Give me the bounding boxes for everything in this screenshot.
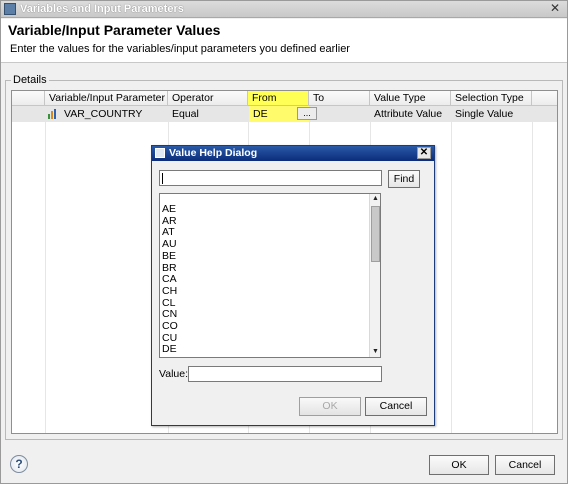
- value-label: Value:: [159, 368, 188, 380]
- column-header-variable[interactable]: Variable/Input Parameter: [45, 91, 168, 106]
- cell-to[interactable]: [309, 106, 317, 122]
- cell-operator[interactable]: Equal: [168, 106, 203, 122]
- page-header: Variable/Input Parameter Values Enter th…: [1, 19, 567, 63]
- help-icon[interactable]: ?: [10, 455, 28, 473]
- column-header-selection-type[interactable]: Selection Type: [451, 91, 532, 106]
- ok-button[interactable]: OK: [429, 455, 489, 475]
- table-header-filler: [532, 91, 557, 106]
- value-help-dialog: Value Help Dialog ✕ Find AE AR AT AU BE BR CA C…: [151, 145, 435, 426]
- cancel-button[interactable]: Cancel: [495, 455, 555, 475]
- column-header-operator[interactable]: Operator: [168, 91, 248, 106]
- window-close-button[interactable]: ✕: [547, 2, 563, 16]
- values-list[interactable]: AEARATAUBEBRCACHCLCNCOCUDEDKES ▲ ▼: [159, 193, 381, 358]
- column-header-to[interactable]: To: [309, 91, 370, 106]
- dialog-title-bar: Value Help Dialog ✕: [152, 146, 434, 161]
- list-item[interactable]: BE: [162, 250, 178, 263]
- main-window: Variables and Input Parameters ✕ Variabl…: [0, 0, 568, 484]
- variable-icon: [48, 109, 58, 119]
- value-input[interactable]: [188, 366, 382, 382]
- page-description: Enter the values for the variables/input…: [10, 43, 350, 55]
- scroll-up-arrow-icon[interactable]: ▲: [370, 194, 380, 204]
- window-title: Variables and Input Parameters: [20, 3, 184, 15]
- list-scrollbar[interactable]: ▲ ▼: [369, 194, 380, 357]
- list-item[interactable]: CH: [162, 285, 178, 298]
- app-icon: [4, 3, 16, 15]
- title-bar: Variables and Input Parameters ✕: [1, 1, 567, 18]
- cell-selection-type: Single Value: [455, 108, 514, 120]
- list-item[interactable]: DK: [162, 355, 178, 357]
- dialog-icon: [155, 148, 165, 158]
- grid-line: [451, 106, 452, 433]
- dialog-close-button[interactable]: ✕: [417, 147, 431, 159]
- details-group-label: Details: [11, 74, 49, 86]
- list-item[interactable]: CO: [162, 320, 178, 333]
- cell-variable: VAR_COUNTRY: [64, 108, 143, 120]
- column-header-value-type[interactable]: Value Type: [370, 91, 451, 106]
- dialog-cancel-button[interactable]: Cancel: [365, 397, 427, 416]
- find-button[interactable]: Find: [388, 170, 420, 188]
- scroll-thumb[interactable]: [371, 206, 380, 262]
- list-item[interactable]: AE: [162, 203, 178, 216]
- grid-line: [532, 106, 533, 433]
- dialog-ok-button[interactable]: OK: [299, 397, 361, 416]
- values-list-items: AEARATAUBEBRCACHCLCNCOCUDEDKES: [162, 203, 178, 357]
- column-header-from[interactable]: From: [248, 91, 309, 106]
- dialog-title: Value Help Dialog: [169, 147, 258, 159]
- table-header-blank: [12, 91, 45, 106]
- cell-value-type: Attribute Value: [374, 108, 443, 120]
- page-title: Variable/Input Parameter Values: [8, 22, 221, 38]
- scroll-down-arrow-icon[interactable]: ▼: [370, 347, 380, 357]
- search-input[interactable]: [159, 170, 382, 186]
- text-caret: [162, 173, 163, 184]
- grid-line: [45, 106, 46, 433]
